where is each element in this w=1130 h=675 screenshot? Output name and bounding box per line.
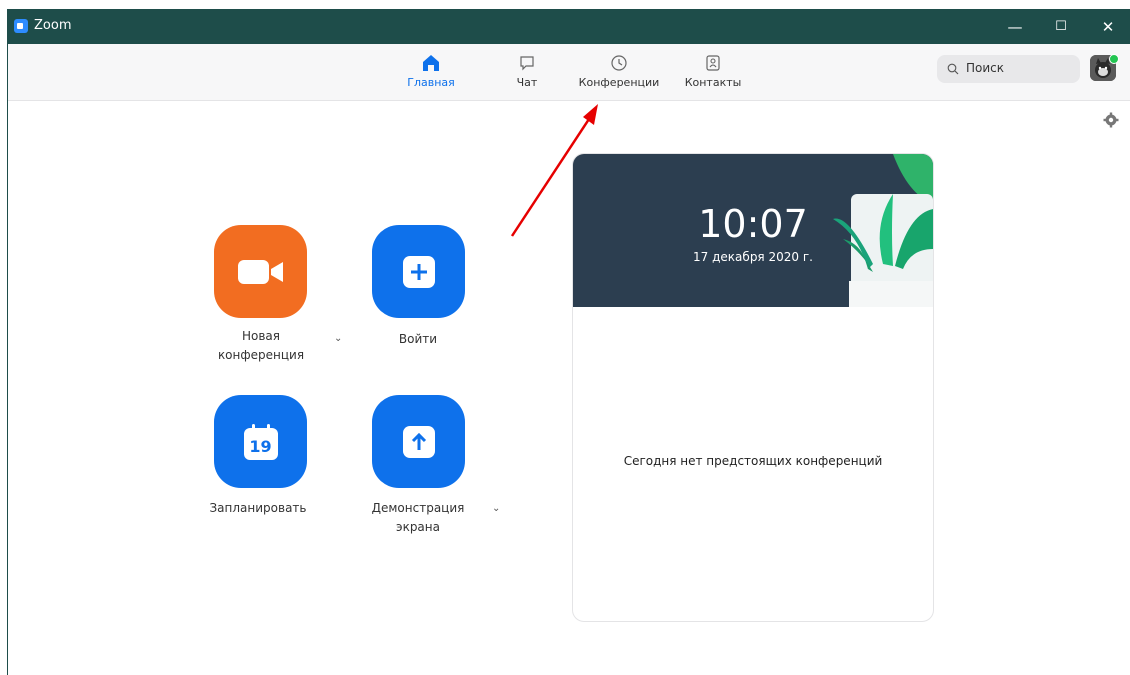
annotation-arrow bbox=[510, 104, 598, 237]
